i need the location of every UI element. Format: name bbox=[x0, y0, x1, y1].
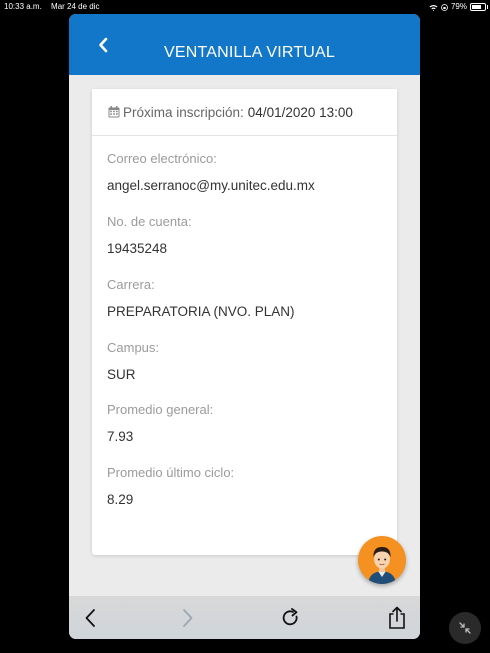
field-value: angel.serranoc@my.unitec.edu.mx bbox=[107, 178, 315, 193]
browser-toolbar bbox=[69, 596, 420, 639]
next-registration-label: Próxima inscripción: bbox=[123, 104, 244, 120]
nav-forward-button[interactable] bbox=[173, 603, 203, 633]
header-bar: VENTANILLA VIRTUAL bbox=[69, 14, 420, 75]
field-label: Promedio último ciclo: bbox=[107, 465, 235, 480]
calendar-icon bbox=[108, 106, 120, 118]
field-value: 7.93 bbox=[107, 429, 134, 444]
reload-icon bbox=[282, 608, 298, 626]
field-label: Campus: bbox=[107, 340, 160, 355]
next-registration: Próxima inscripción: 04/01/2020 13:00 bbox=[108, 89, 353, 135]
divider bbox=[92, 135, 397, 136]
chevron-left-icon bbox=[85, 609, 95, 627]
field-value: 19435248 bbox=[107, 241, 168, 256]
field-campus: Campus: SUR bbox=[107, 340, 159, 382]
battery-percent: 79% bbox=[450, 2, 467, 11]
collapse-icon bbox=[459, 622, 471, 634]
assistant-avatar-icon bbox=[368, 547, 396, 584]
field-value: SUR bbox=[107, 367, 136, 382]
share-icon bbox=[389, 606, 405, 629]
next-registration-value: 04/01/2020 13:00 bbox=[247, 104, 353, 120]
student-info-card: Próxima inscripción: 04/01/2020 13:00 Co… bbox=[92, 89, 397, 555]
field-label: Promedio general: bbox=[107, 402, 214, 417]
field-career: Carrera: PREPARATORIA (NVO. PLAN) bbox=[107, 277, 295, 319]
battery-icon bbox=[470, 3, 488, 11]
field-label: Carrera: bbox=[107, 277, 155, 292]
wifi-icon bbox=[429, 4, 438, 11]
field-label: No. de cuenta: bbox=[107, 214, 192, 229]
field-value: PREPARATORIA (NVO. PLAN) bbox=[107, 304, 295, 319]
collapse-button[interactable] bbox=[449, 612, 481, 644]
status-time: 10:33 a.m. bbox=[4, 2, 42, 11]
chevron-right-icon bbox=[183, 609, 193, 627]
orientation-lock-icon bbox=[441, 3, 448, 11]
nav-back-button[interactable] bbox=[75, 603, 105, 633]
assistant-avatar-button[interactable] bbox=[358, 536, 406, 584]
reload-button[interactable] bbox=[276, 603, 306, 633]
share-button[interactable] bbox=[382, 603, 412, 633]
page-title: VENTANILLA VIRTUAL bbox=[163, 44, 336, 61]
field-general-average: Promedio general: 7.93 bbox=[107, 402, 213, 444]
field-account-number: No. de cuenta: 19435248 bbox=[107, 214, 192, 256]
field-email: Correo electrónico: angel.serranoc@my.un… bbox=[107, 151, 315, 193]
status-bar: 10:33 a.m. Mar 24 de dic 79% bbox=[0, 0, 490, 14]
status-date: Mar 24 de dic bbox=[51, 2, 100, 11]
field-value: 8.29 bbox=[107, 492, 134, 507]
field-label: Correo electrónico: bbox=[107, 151, 217, 166]
field-last-cycle-average: Promedio último ciclo: 8.29 bbox=[107, 465, 234, 507]
